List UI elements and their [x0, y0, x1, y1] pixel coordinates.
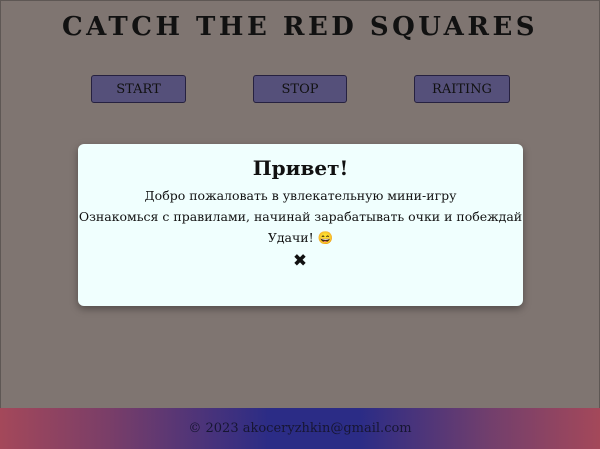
modal-title: Привет! — [252, 156, 349, 180]
modal-luck-text: Удачи! 😄 — [267, 230, 334, 245]
rating-button[interactable]: RAITING — [414, 75, 510, 103]
close-icon[interactable]: ✖ — [291, 252, 309, 270]
start-button[interactable]: START — [91, 75, 186, 103]
footer-copyright: © 2023 akoceryzhkin@gmail.com — [0, 408, 600, 449]
page-title: CATCH THE RED SQUARES — [61, 12, 539, 42]
stop-button[interactable]: STOP — [253, 75, 347, 103]
modal-rules-text: Ознакомься с правилами, начинай зарабаты… — [78, 209, 523, 224]
modal-welcome-text: Добро пожаловать в увлекательную мини-иг… — [144, 188, 457, 203]
welcome-modal: Привет! Добро пожаловать в увлекательную… — [78, 144, 523, 306]
